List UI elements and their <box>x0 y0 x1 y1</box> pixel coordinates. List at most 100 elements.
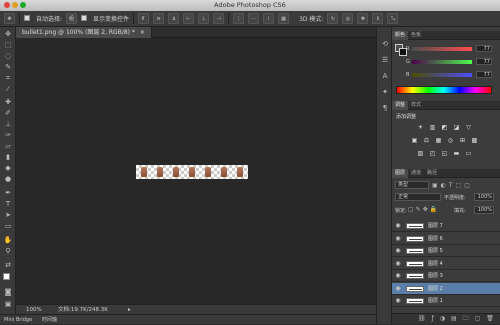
quick-select-tool-icon[interactable]: ✎ <box>3 63 13 72</box>
3d-slide-button[interactable]: ⇕ <box>372 13 384 24</box>
visibility-eye-icon[interactable]: ◉ <box>394 220 402 232</box>
align-center-button[interactable]: ⊥ <box>198 13 210 24</box>
vibrance-adjustment-icon[interactable]: ▽ <box>465 124 472 131</box>
photo-filter-adjustment-icon[interactable]: ◎ <box>447 137 454 144</box>
selective-color-adjustment-icon[interactable]: ▭ <box>465 150 472 157</box>
channel-r-value[interactable]: 77 <box>476 45 492 52</box>
move-tool-preset-button[interactable]: ✥ <box>4 13 15 24</box>
window-controls[interactable] <box>4 2 26 8</box>
invert-adjustment-icon[interactable]: ▨ <box>417 150 424 157</box>
visibility-eye-icon[interactable]: ◉ <box>394 283 402 295</box>
distribute-button-3[interactable]: ⁞ <box>263 13 275 24</box>
close-tab-icon[interactable]: × <box>140 29 145 36</box>
tab-adjustments[interactable]: 调整 <box>392 101 409 110</box>
tab-styles[interactable]: 样式 <box>408 101 424 110</box>
align-middle-button[interactable]: ≡ <box>153 13 165 24</box>
align-top-button[interactable]: ⫪ <box>138 13 150 24</box>
character-panel-icon[interactable]: A <box>380 71 390 81</box>
hue-saturation-adjustment-icon[interactable]: ▣ <box>411 137 418 144</box>
screen-mode-icon[interactable]: ▣ <box>3 300 13 309</box>
layer-row[interactable]: ◉ 图层 5 <box>392 245 500 257</box>
auto-align-button[interactable]: ▦ <box>278 13 290 24</box>
eraser-tool-icon[interactable]: ▱ <box>3 142 13 151</box>
pen-tool-icon[interactable]: ✒ <box>3 189 13 198</box>
maximize-window-icon[interactable] <box>20 2 26 8</box>
visibility-eye-icon[interactable]: ◉ <box>394 270 402 282</box>
gradient-tool-icon[interactable]: ▮ <box>3 153 13 162</box>
layer-row[interactable]: ◉ 图层 6 <box>392 232 500 245</box>
tab-channels[interactable]: 通道 <box>408 169 424 178</box>
hand-tool-icon[interactable]: ✋ <box>3 236 13 245</box>
channel-g-slider[interactable] <box>412 60 472 64</box>
opacity-field[interactable]: 100% <box>474 193 494 201</box>
layer-row[interactable]: ◉ 图层 4 <box>392 257 500 270</box>
healing-brush-tool-icon[interactable]: ✚ <box>3 98 13 107</box>
type-tool-icon[interactable]: T <box>3 200 13 209</box>
shape-tool-icon[interactable]: ▭ <box>3 222 13 231</box>
eyedropper-tool-icon[interactable]: ⁄ <box>3 85 13 94</box>
visibility-eye-icon[interactable]: ◉ <box>394 258 402 270</box>
document-tab[interactable]: bullet1.png @ 100% (图层 2, RGB/8) * × <box>16 27 152 38</box>
properties-panel-icon[interactable]: ☰ <box>380 55 390 65</box>
black-white-adjustment-icon[interactable]: ▦ <box>435 137 442 144</box>
quick-mask-icon[interactable]: ◙ <box>3 288 13 297</box>
curves-adjustment-icon[interactable]: ◩ <box>441 124 448 131</box>
navigator-panel-icon[interactable]: ✦ <box>380 87 390 97</box>
tab-paths[interactable]: 路径 <box>424 169 440 178</box>
3d-roll-button[interactable]: ◎ <box>342 13 354 24</box>
color-lookup-adjustment-icon[interactable]: ▩ <box>471 137 478 144</box>
posterize-adjustment-icon[interactable]: ◰ <box>429 150 436 157</box>
canvas-area[interactable] <box>16 38 376 304</box>
3d-scale-button[interactable]: ⤡ <box>387 13 399 24</box>
minimize-window-icon[interactable] <box>12 2 18 8</box>
close-window-icon[interactable] <box>4 2 10 8</box>
3d-drag-button[interactable]: ✥ <box>357 13 369 24</box>
channel-b-slider[interactable] <box>412 73 472 77</box>
align-bottom-button[interactable]: ⫫ <box>168 13 180 24</box>
auto-select-checkbox[interactable] <box>24 14 32 23</box>
exposure-adjustment-icon[interactable]: ◪ <box>453 124 460 131</box>
show-transform-checkbox[interactable] <box>81 14 89 23</box>
distribute-button-2[interactable]: ⋯ <box>248 13 260 24</box>
layer-row[interactable]: ◉ 图层 7 <box>392 220 500 232</box>
blur-tool-icon[interactable]: ◆ <box>3 164 13 173</box>
visibility-eye-icon[interactable]: ◉ <box>394 295 402 307</box>
align-right-button[interactable]: ⊣ <box>213 13 225 24</box>
foreground-color-swatch[interactable] <box>3 273 10 280</box>
visibility-eye-icon[interactable]: ◉ <box>394 233 402 245</box>
blend-mode-dropdown[interactable]: 正常 <box>395 193 441 201</box>
align-left-button[interactable]: ⊢ <box>183 13 195 24</box>
move-tool-icon[interactable]: ✥ <box>3 30 13 39</box>
zoom-tool-icon[interactable]: ⚲ <box>3 247 13 256</box>
channel-mixer-adjustment-icon[interactable]: ⊞ <box>459 137 466 144</box>
auto-select-dropdown[interactable]: 组 <box>66 13 78 24</box>
levels-adjustment-icon[interactable]: ▥ <box>429 124 436 131</box>
color-spectrum-ramp[interactable] <box>396 86 492 94</box>
visibility-eye-icon[interactable]: ◉ <box>394 245 402 257</box>
swap-colors-icon[interactable]: ⇄ <box>3 261 13 270</box>
fill-field[interactable]: 100% <box>474 206 494 214</box>
color-balance-adjustment-icon[interactable]: ⚖ <box>423 137 430 144</box>
layer-row[interactable]: ◉ 图层 2 <box>392 282 500 295</box>
document-image[interactable] <box>136 165 248 179</box>
dodge-tool-icon[interactable]: ● <box>3 175 13 184</box>
history-panel-icon[interactable]: ⟲ <box>380 39 390 49</box>
history-brush-tool-icon[interactable]: ✑ <box>3 131 13 140</box>
brush-tool-icon[interactable]: ✐ <box>3 109 13 118</box>
tab-swatches[interactable]: 色板 <box>408 31 424 40</box>
layer-filter-icons[interactable]: ▣◐T⬚▢ <box>432 182 473 189</box>
paragraph-panel-icon[interactable]: ¶ <box>380 103 390 113</box>
channel-b-value[interactable]: 77 <box>476 71 492 78</box>
lasso-tool-icon[interactable]: ◌ <box>3 52 13 61</box>
marquee-tool-icon[interactable]: ⬚ <box>3 41 13 50</box>
gradient-map-adjustment-icon[interactable]: ▬ <box>453 150 460 157</box>
layer-row[interactable]: ◉ 图层 1 <box>392 295 500 307</box>
path-selection-tool-icon[interactable]: ➤ <box>3 211 13 220</box>
tab-layers[interactable]: 图层 <box>392 169 409 178</box>
clone-stamp-tool-icon[interactable]: ⊥ <box>3 120 13 129</box>
channel-r-slider[interactable] <box>412 47 472 51</box>
3d-rotate-button[interactable]: ↻ <box>327 13 339 24</box>
crop-tool-icon[interactable]: ⌗ <box>3 74 13 83</box>
channel-g-value[interactable]: 77 <box>476 58 492 65</box>
lock-icons[interactable]: ▢✎✥🔒 <box>408 206 439 213</box>
